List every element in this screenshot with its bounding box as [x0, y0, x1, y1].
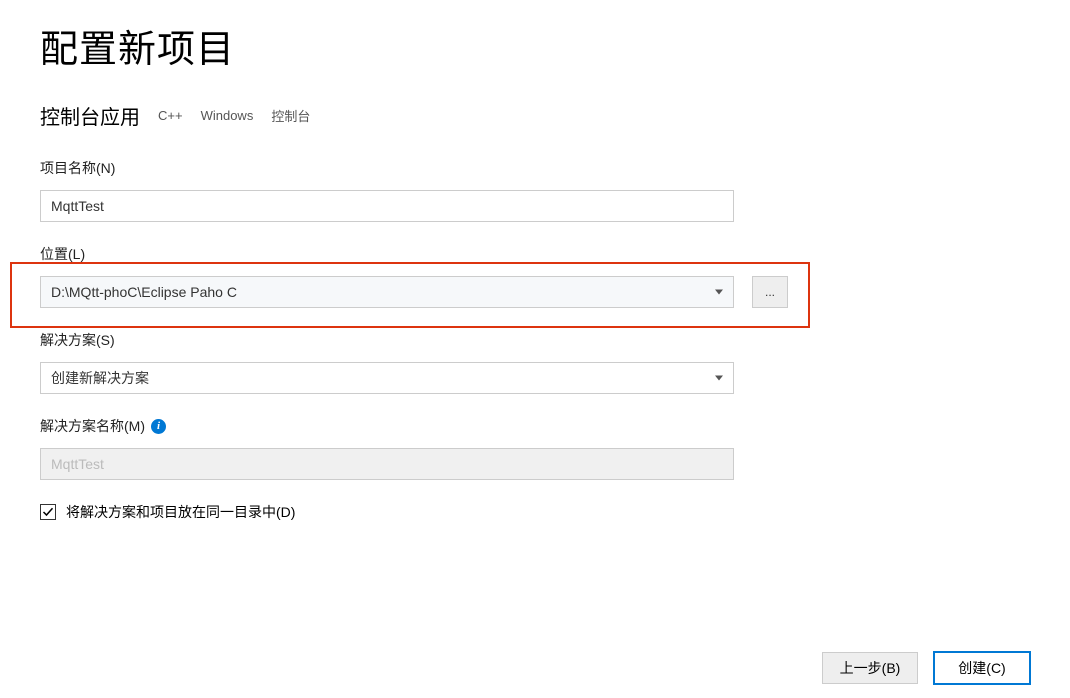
back-button[interactable]: 上一步(B) [822, 652, 918, 684]
project-name-row: 项目名称(N) [40, 158, 1030, 222]
project-name-input[interactable] [40, 190, 734, 222]
same-directory-row: 将解决方案和项目放在同一目录中(D) [40, 502, 1030, 522]
same-directory-checkbox[interactable] [40, 504, 56, 520]
chevron-down-icon [715, 290, 723, 295]
subheader: 控制台应用 C++ Windows 控制台 [40, 101, 1030, 130]
project-type-title: 控制台应用 [40, 101, 140, 130]
location-input[interactable]: D:\MQtt-phoC\Eclipse Paho C [40, 276, 734, 308]
info-icon: i [151, 419, 166, 434]
project-name-label: 项目名称(N) [40, 158, 1030, 178]
check-icon [42, 506, 54, 518]
tag-windows: Windows [201, 108, 254, 123]
solution-select[interactable]: 创建新解决方案 [40, 362, 734, 394]
same-directory-label: 将解决方案和项目放在同一目录中(D) [66, 502, 295, 522]
chevron-down-icon [715, 376, 723, 381]
solution-name-label: 解决方案名称(M) i [40, 416, 1030, 436]
browse-button[interactable]: ... [752, 276, 788, 308]
page-title: 配置新项目 [40, 18, 1030, 73]
location-value: D:\MQtt-phoC\Eclipse Paho C [51, 284, 237, 300]
solution-label: 解决方案(S) [40, 330, 1030, 350]
location-label: 位置(L) [40, 244, 1030, 264]
tag-cpp: C++ [158, 108, 183, 123]
solution-name-input [40, 448, 734, 480]
tag-console: 控制台 [271, 106, 310, 125]
create-button[interactable]: 创建(C) [934, 652, 1030, 684]
location-row: 位置(L) D:\MQtt-phoC\Eclipse Paho C ... [40, 244, 1030, 308]
solution-value: 创建新解决方案 [51, 368, 149, 388]
solution-name-row: 解决方案名称(M) i [40, 416, 1030, 480]
solution-row: 解决方案(S) 创建新解决方案 [40, 330, 1030, 394]
footer: 上一步(B) 创建(C) [822, 652, 1030, 684]
